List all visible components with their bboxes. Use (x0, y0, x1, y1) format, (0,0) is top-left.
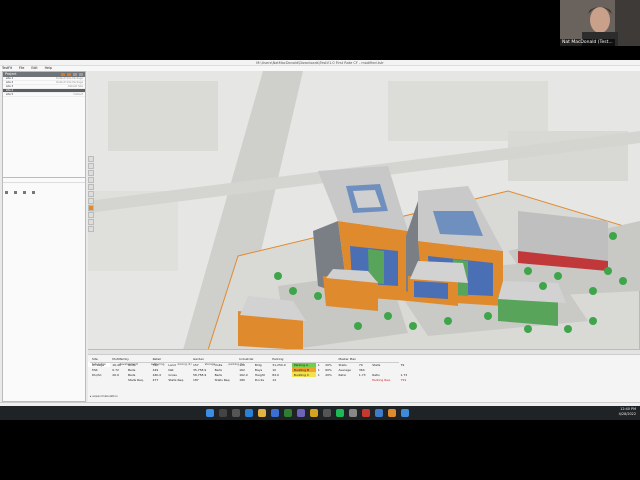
teams-icon[interactable] (297, 409, 305, 417)
clock-date: 4/28/2022 (618, 412, 636, 416)
copy-icon[interactable] (67, 73, 71, 76)
project-panel: Project site 1 Default Site Package site… (2, 71, 86, 185)
search-icon[interactable] (219, 409, 227, 417)
project-panel-title: Project (5, 72, 17, 76)
project-item-label: site 4 (6, 89, 14, 92)
view-tool-icon[interactable] (88, 226, 94, 232)
app-icon[interactable] (310, 409, 318, 417)
close-icon[interactable] (79, 73, 83, 76)
spotify-icon[interactable] (336, 409, 344, 417)
layer-tool-icon[interactable] (88, 198, 94, 204)
table-cell (337, 377, 357, 382)
app-icon[interactable] (375, 409, 383, 417)
pan-tool-icon[interactable] (88, 163, 94, 169)
outlook-icon[interactable] (271, 409, 279, 417)
table-cell (357, 377, 370, 382)
parking-tool-icon[interactable] (88, 212, 94, 218)
taskbar: 12:40 PM 4/28/2022 (0, 406, 640, 420)
table-cell (90, 377, 110, 382)
file-explorer-icon[interactable] (258, 409, 266, 417)
expand-tabulation-label: expand tabulation (92, 394, 118, 398)
table-cell (110, 377, 126, 382)
start-icon[interactable] (206, 409, 214, 417)
tab-bar: tabulation development authoring zoning … (88, 350, 640, 367)
app-icon[interactable] (362, 409, 370, 417)
table-cell: Stalls Req. (127, 377, 144, 382)
tree-tool-icon[interactable] (88, 219, 94, 225)
excel-icon[interactable] (284, 409, 292, 417)
table-cell (323, 377, 336, 382)
table-cell (292, 377, 316, 382)
grid-icon[interactable] (5, 191, 8, 194)
edge-icon[interactable] (245, 409, 253, 417)
testfit-icon[interactable] (388, 409, 396, 417)
project-item[interactable]: site 5 Default (3, 93, 85, 97)
select-tool-icon[interactable] (88, 156, 94, 162)
3d-viewport[interactable] (88, 71, 640, 350)
project-item-label: site 3 (6, 85, 14, 88)
add-icon[interactable] (61, 73, 65, 76)
table-cell: Parking Req. (372, 377, 391, 382)
table-cell: 187 (192, 377, 199, 382)
project-item-label: site 5 (6, 93, 14, 96)
table-cell: 759 (400, 377, 407, 382)
draw-tool-icon[interactable] (88, 184, 94, 190)
table-row: Stalls Req. 477 Stalls Req. 187 Stalls R… (90, 377, 412, 382)
app-icon[interactable] (349, 409, 357, 417)
system-tray[interactable]: 12:40 PM 4/28/2022 (619, 407, 636, 417)
table-cell: 180 (239, 377, 245, 382)
table-cell: 14 (272, 377, 277, 382)
project-item-package: Default (73, 93, 83, 96)
settings-icon[interactable] (73, 73, 77, 76)
task-view-icon[interactable] (232, 409, 240, 417)
project-item-label: site 1 (6, 77, 14, 80)
project-item-label: site 2 (6, 81, 14, 84)
webcam-name-label: Nat MacDonald (Test... (560, 39, 615, 46)
table-cell: Stalls Req. (168, 377, 185, 382)
building-tool-icon[interactable] (88, 205, 94, 211)
properties-toolbar (3, 178, 85, 194)
list-icon[interactable] (14, 191, 18, 194)
tabulation-table: Site Multifamily Retail Garden Industria… (90, 357, 412, 382)
filter-icon[interactable] (23, 191, 27, 194)
tabulation-panel: tabulation development authoring zoning … (88, 349, 640, 402)
table-cell: Docks (254, 377, 265, 382)
app-icon[interactable] (401, 409, 409, 417)
window-title: M:\Users\NatMacDonald\Downloads\TestV1.0… (256, 61, 384, 65)
webcam-overlay: Nat MacDonald (Test... (560, 0, 640, 46)
rotate-tool-icon[interactable] (88, 170, 94, 176)
app-screen: M:\Users\NatMacDonald\Downloads\TestV1.0… (0, 60, 640, 420)
expand-icon[interactable] (32, 191, 36, 194)
app-icon[interactable] (323, 409, 331, 417)
zoom-tool-icon[interactable] (88, 177, 94, 183)
table-cell (316, 377, 323, 382)
measure-tool-icon[interactable] (88, 191, 94, 197)
properties-panel (2, 177, 86, 402)
table-cell: Stalls Req. (214, 377, 231, 382)
viewport-toolbar (88, 156, 95, 261)
table-cell: 477 (152, 377, 159, 382)
expand-tabulation-toggle[interactable]: ▸ expand tabulation (90, 394, 118, 398)
site-scene (88, 71, 640, 350)
